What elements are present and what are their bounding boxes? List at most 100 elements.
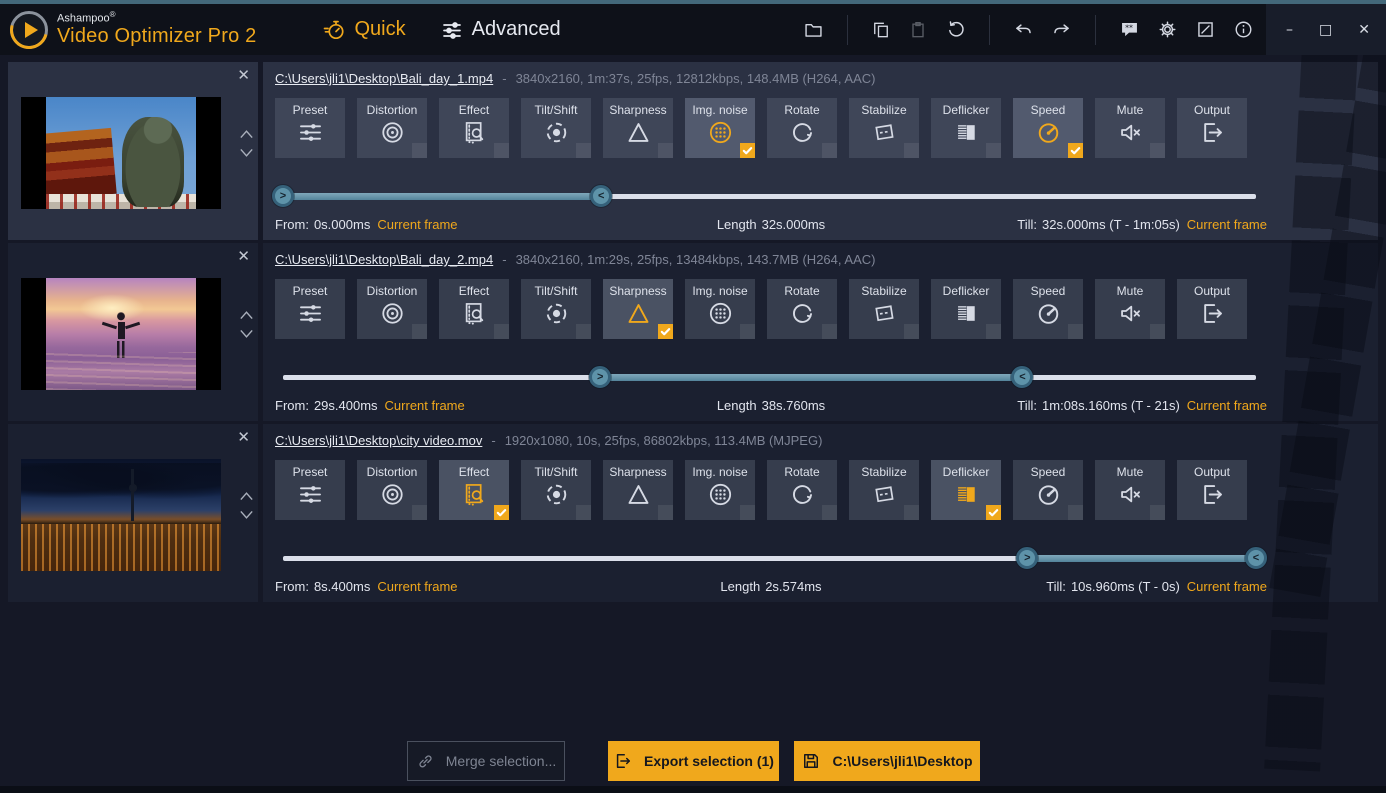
undo-button[interactable] [1013, 19, 1034, 40]
tool-checkbox[interactable] [986, 143, 1001, 158]
till-current-frame-link[interactable]: Current frame [1187, 217, 1267, 232]
tool-stabilize-button[interactable]: Stabilize [849, 279, 919, 339]
close-button[interactable]: ✕ [1358, 22, 1370, 38]
move-up-button[interactable] [238, 128, 255, 140]
tool-checkbox-checked[interactable] [658, 324, 673, 339]
tool-output-button[interactable]: Output [1177, 98, 1247, 158]
feedback-button[interactable]: ** [1119, 19, 1140, 40]
copy-button[interactable] [871, 20, 891, 40]
tool-preset-button[interactable]: Preset [275, 460, 345, 520]
tool-checkbox[interactable] [576, 143, 591, 158]
video-path-link[interactable]: C:\Users\jli1\Desktop\city video.mov [275, 433, 482, 448]
tool-checkbox-checked[interactable] [740, 143, 755, 158]
tool-checkbox-checked[interactable] [986, 505, 1001, 520]
move-up-button[interactable] [238, 309, 255, 321]
tool-distortion-button[interactable]: Distortion [357, 460, 427, 520]
tool-distortion-button[interactable]: Distortion [357, 98, 427, 158]
about-button[interactable] [1233, 19, 1254, 40]
trim-end-handle[interactable]: < [590, 185, 612, 207]
trim-start-handle[interactable]: > [1016, 547, 1038, 569]
tool-checkbox[interactable] [822, 505, 837, 520]
tool-checkbox[interactable] [576, 505, 591, 520]
tool-deflicker-button[interactable]: Deflicker [931, 460, 1001, 520]
tool-tilt-shift-button[interactable]: Tilt/Shift [521, 279, 591, 339]
tool-checkbox[interactable] [904, 505, 919, 520]
tool-effect-button[interactable]: Effect [439, 279, 509, 339]
tool-checkbox[interactable] [412, 324, 427, 339]
tool-checkbox[interactable] [986, 324, 1001, 339]
tool-speed-button[interactable]: Speed [1013, 279, 1083, 339]
tool-img-noise-button[interactable]: Img. noise [685, 279, 755, 339]
trim-start-handle[interactable]: > [272, 185, 294, 207]
paste-button[interactable] [908, 20, 928, 40]
settings-button[interactable] [1157, 19, 1178, 40]
maximize-button[interactable]: □ [1319, 22, 1332, 38]
tool-checkbox[interactable] [822, 324, 837, 339]
tool-speed-button[interactable]: Speed [1013, 98, 1083, 158]
merge-selection-button[interactable]: Merge selection... [407, 741, 565, 781]
tool-distortion-button[interactable]: Distortion [357, 279, 427, 339]
video-path-link[interactable]: C:\Users\jli1\Desktop\Bali_day_2.mp4 [275, 252, 493, 267]
video-path-link[interactable]: C:\Users\jli1\Desktop\Bali_day_1.mp4 [275, 71, 493, 86]
tool-mute-button[interactable]: Mute [1095, 460, 1165, 520]
tool-mute-button[interactable]: Mute [1095, 98, 1165, 158]
move-down-button[interactable] [238, 509, 255, 521]
tool-checkbox[interactable] [1068, 324, 1083, 339]
tool-stabilize-button[interactable]: Stabilize [849, 98, 919, 158]
tool-deflicker-button[interactable]: Deflicker [931, 98, 1001, 158]
trim-end-handle[interactable]: < [1011, 366, 1033, 388]
reset-button[interactable] [945, 19, 966, 40]
tool-sharpness-button[interactable]: Sharpness [603, 279, 673, 339]
tool-rotate-button[interactable]: Rotate [767, 279, 837, 339]
tool-deflicker-button[interactable]: Deflicker [931, 279, 1001, 339]
tool-checkbox[interactable] [494, 143, 509, 158]
tool-checkbox[interactable] [740, 324, 755, 339]
move-down-button[interactable] [238, 328, 255, 340]
tool-output-button[interactable]: Output [1177, 460, 1247, 520]
video-thumbnail[interactable] [21, 459, 221, 571]
tool-checkbox-checked[interactable] [494, 505, 509, 520]
tool-img-noise-button[interactable]: Img. noise [685, 98, 755, 158]
tool-rotate-button[interactable]: Rotate [767, 98, 837, 158]
tool-stabilize-button[interactable]: Stabilize [849, 460, 919, 520]
tool-checkbox[interactable] [412, 143, 427, 158]
move-up-button[interactable] [238, 490, 255, 502]
tool-checkbox[interactable] [740, 505, 755, 520]
tool-sharpness-button[interactable]: Sharpness [603, 460, 673, 520]
tool-mute-button[interactable]: Mute [1095, 279, 1165, 339]
remove-video-button[interactable]: ✕ [237, 247, 250, 265]
tool-checkbox[interactable] [904, 324, 919, 339]
redo-button[interactable] [1051, 19, 1072, 40]
tool-checkbox-checked[interactable] [1068, 143, 1083, 158]
tool-speed-button[interactable]: Speed [1013, 460, 1083, 520]
tool-effect-button[interactable]: Effect [439, 98, 509, 158]
from-current-frame-link[interactable]: Current frame [385, 398, 465, 413]
tool-checkbox[interactable] [1150, 505, 1165, 520]
export-selection-button[interactable]: Export selection (1) [608, 741, 779, 781]
tool-tilt-shift-button[interactable]: Tilt/Shift [521, 98, 591, 158]
tool-checkbox[interactable] [1068, 505, 1083, 520]
tab-quick[interactable]: Quick [322, 18, 405, 42]
tool-checkbox[interactable] [1150, 143, 1165, 158]
tool-checkbox[interactable] [1150, 324, 1165, 339]
remove-video-button[interactable]: ✕ [237, 66, 250, 84]
output-path-button[interactable]: C:\Users\jli1\Desktop [794, 741, 980, 781]
minimize-button[interactable]: – [1286, 22, 1293, 38]
tool-img-noise-button[interactable]: Img. noise [685, 460, 755, 520]
tool-checkbox[interactable] [658, 143, 673, 158]
tool-tilt-shift-button[interactable]: Tilt/Shift [521, 460, 591, 520]
tool-checkbox[interactable] [494, 324, 509, 339]
tool-rotate-button[interactable]: Rotate [767, 460, 837, 520]
tool-checkbox[interactable] [822, 143, 837, 158]
video-thumbnail[interactable] [21, 278, 221, 390]
open-folder-button[interactable] [803, 19, 824, 40]
move-down-button[interactable] [238, 147, 255, 159]
from-current-frame-link[interactable]: Current frame [377, 217, 457, 232]
tool-checkbox[interactable] [576, 324, 591, 339]
trim-start-handle[interactable]: > [589, 366, 611, 388]
tool-sharpness-button[interactable]: Sharpness [603, 98, 673, 158]
tool-checkbox[interactable] [904, 143, 919, 158]
tool-effect-button[interactable]: Effect [439, 460, 509, 520]
tool-preset-button[interactable]: Preset [275, 279, 345, 339]
trim-end-handle[interactable]: < [1245, 547, 1267, 569]
